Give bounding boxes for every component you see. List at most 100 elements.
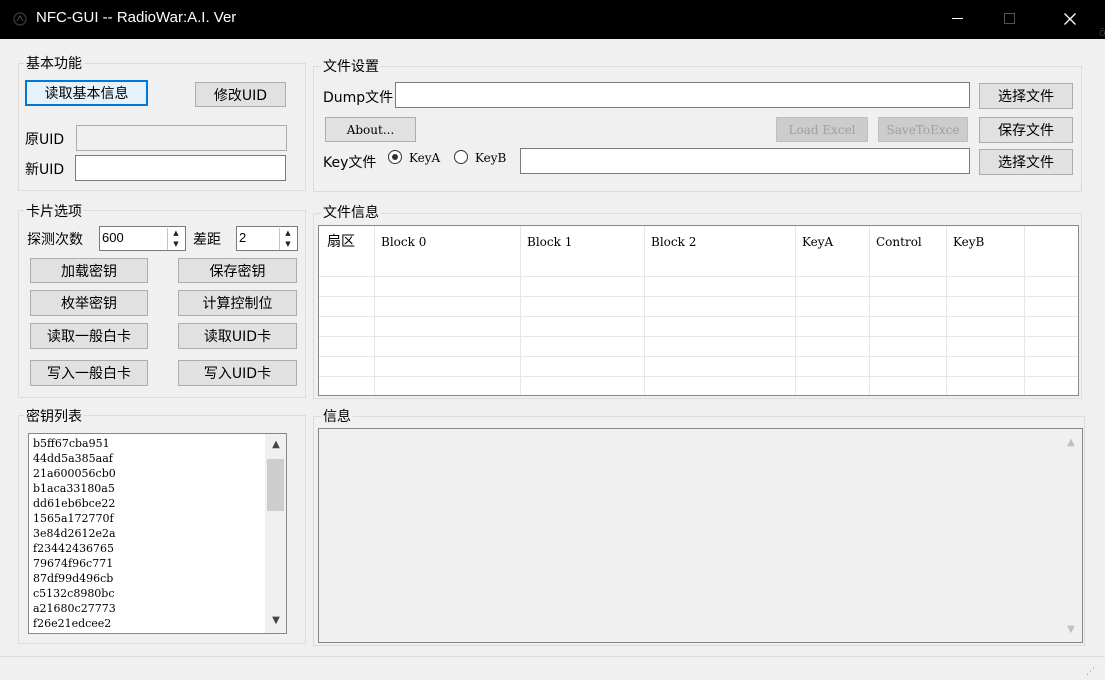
grid-divider (319, 296, 1078, 297)
column-header-control[interactable]: Control (870, 226, 947, 259)
detect-count-up-icon[interactable]: ▲ (168, 228, 184, 239)
scroll-up-icon[interactable]: ▲ (267, 438, 285, 452)
scroll-up-icon[interactable]: ▲ (1062, 436, 1080, 450)
gap-spin-buttons: ▲ ▼ (279, 228, 296, 250)
column-header-block0[interactable]: Block 0 (375, 226, 521, 259)
list-item[interactable]: 44dd5a385aaf (33, 451, 113, 466)
detect-count-spin-buttons: ▲ ▼ (167, 228, 184, 250)
old-uid-field[interactable] (76, 125, 287, 151)
key-list[interactable]: b5ff67cba951 44dd5a385aaf 21a600056cb0 b… (28, 433, 287, 634)
column-header-keya[interactable]: KeyA (796, 226, 870, 259)
card-options-title: 卡片选项 (24, 201, 84, 221)
grid-divider (946, 226, 947, 395)
keyb-radio[interactable] (454, 150, 468, 164)
detect-count-label: 探测次数 (27, 232, 83, 248)
list-item[interactable]: b1aca33180a5 (33, 481, 115, 496)
detect-count-down-icon[interactable]: ▼ (168, 239, 184, 250)
dump-file-field[interactable] (395, 82, 970, 108)
list-item[interactable]: dd61eb6bce22 (33, 496, 115, 511)
scroll-down-icon[interactable]: ▼ (267, 614, 285, 628)
list-item[interactable]: 3e84d2612e2a (33, 526, 116, 541)
list-item[interactable]: f23442436765 (33, 541, 114, 556)
save-file-button[interactable]: 保存文件 (979, 117, 1073, 143)
read-uid-card-button[interactable]: 读取UID卡 (178, 323, 297, 349)
list-item[interactable]: b5ff67cba951 (33, 436, 110, 451)
write-normal-card-button[interactable]: 写入一般白卡 (30, 360, 148, 386)
window-title: NFC-GUI -- RadioWar:A.I. Ver (36, 9, 237, 26)
info-textbox[interactable]: ▲ ▼ (318, 428, 1083, 643)
about-button[interactable]: About... (325, 117, 416, 142)
scrollbar-thumb[interactable] (267, 459, 284, 511)
calc-control-bits-button[interactable]: 计算控制位 (178, 290, 297, 316)
keya-radio[interactable] (388, 150, 402, 164)
list-item[interactable]: 21a600056cb0 (33, 466, 116, 481)
file-info-grid[interactable]: 扇区 Block 0 Block 1 Block 2 KeyA Control … (318, 225, 1079, 396)
keyb-label[interactable]: KeyB (475, 151, 506, 165)
gap-label: 差距 (193, 232, 221, 248)
file-settings-title: 文件设置 (321, 56, 381, 76)
gap-up-icon[interactable]: ▲ (280, 228, 296, 239)
read-basic-info-button[interactable]: 读取基本信息 (25, 80, 148, 106)
save-to-excel-button[interactable]: SaveToExce (878, 117, 968, 142)
gap-down-icon[interactable]: ▼ (280, 239, 296, 250)
grid-divider (869, 226, 870, 395)
list-item[interactable]: a21680c27773 (33, 601, 116, 616)
title-bar[interactable]: NFC-GUI -- RadioWar:A.I. Ver (0, 0, 1105, 39)
old-uid-label: 原UID (25, 132, 65, 148)
column-header-block2[interactable]: Block 2 (645, 226, 796, 259)
key-list-scrollbar[interactable]: ▲ ▼ (265, 434, 286, 633)
status-bar (0, 656, 1105, 680)
gap-value: 2 (239, 230, 247, 245)
dump-file-label-text: Dump文件 (323, 90, 394, 106)
grid-divider (374, 226, 375, 395)
grid-divider (520, 226, 521, 395)
grid-divider (319, 336, 1078, 337)
close-icon (1064, 13, 1076, 25)
list-item[interactable]: 87df99d496cb (33, 571, 113, 586)
load-excel-button[interactable]: Load Excel (776, 117, 868, 142)
write-uid-card-button[interactable]: 写入UID卡 (178, 360, 297, 386)
keya-label[interactable]: KeyA (409, 151, 440, 165)
nfc-app-icon (12, 11, 28, 27)
list-item[interactable]: c5132c8980bc (33, 586, 115, 601)
radio-selected-dot (392, 154, 398, 160)
key-file-label: Key文件 (323, 155, 377, 171)
key-list-title: 密钥列表 (24, 406, 84, 426)
enumerate-keys-button[interactable]: 枚举密钥 (30, 290, 148, 316)
key-file-field[interactable] (520, 148, 970, 174)
info-title: 信息 (321, 406, 353, 426)
column-header-sector[interactable]: 扇区 (319, 226, 374, 259)
grid-divider (319, 376, 1078, 377)
choose-key-file-button[interactable]: 选择文件 (979, 149, 1073, 175)
maximize-button[interactable] (988, 0, 1034, 39)
new-uid-label: 新UID (25, 162, 65, 178)
grid-divider (319, 276, 1078, 277)
close-button[interactable] (1046, 0, 1092, 39)
file-info-title: 文件信息 (321, 202, 381, 222)
edge-glyph: ō (1099, 26, 1105, 39)
maximize-icon (1004, 13, 1015, 24)
dump-file-label: Dump文件 (323, 87, 393, 107)
detect-count-value: 600 (102, 230, 124, 245)
grid-divider (319, 316, 1078, 317)
list-item[interactable]: f26e21edcee2 (33, 616, 111, 631)
save-keys-button[interactable]: 保存密钥 (178, 258, 297, 283)
read-normal-card-button[interactable]: 读取一般白卡 (30, 323, 148, 349)
grid-divider (644, 226, 645, 395)
choose-dump-file-button[interactable]: 选择文件 (979, 83, 1073, 109)
modify-uid-button[interactable]: 修改UID (195, 82, 286, 107)
column-header-block1[interactable]: Block 1 (521, 226, 645, 259)
resize-grip-icon[interactable]: ⋰ (1086, 667, 1095, 677)
detect-count-stepper[interactable]: 600 ▲ ▼ (99, 226, 186, 251)
new-uid-field[interactable] (75, 155, 286, 181)
gap-stepper[interactable]: 2 ▲ ▼ (236, 226, 298, 251)
list-item[interactable]: 1565a172770f (33, 511, 114, 526)
list-item[interactable]: 79674f96c771 (33, 556, 113, 571)
basic-functions-title: 基本功能 (24, 53, 84, 73)
scroll-down-icon[interactable]: ▼ (1062, 623, 1080, 637)
grid-divider (1024, 226, 1025, 395)
column-header-keyb[interactable]: KeyB (947, 226, 1025, 259)
load-keys-button[interactable]: 加载密钥 (30, 258, 148, 283)
minimize-icon (952, 18, 963, 19)
minimize-button[interactable] (938, 0, 984, 39)
